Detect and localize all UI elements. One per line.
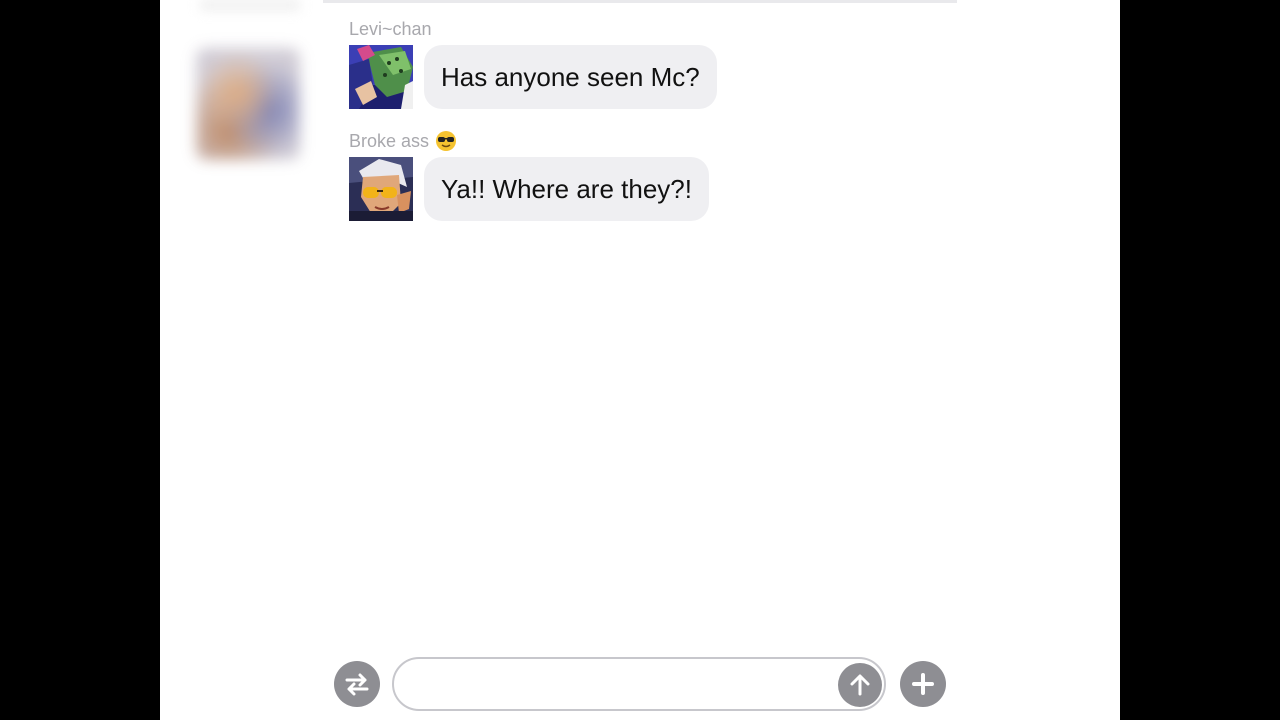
blurred-thumbnail[interactable] [196, 48, 300, 160]
plus-icon[interactable] [900, 661, 946, 707]
broke-ass-avatar[interactable] [349, 157, 413, 221]
sunglasses-emoji-icon [435, 130, 457, 152]
message-group: Levi~chan Has anyone seen Mc? [349, 17, 717, 109]
message-bubble[interactable]: Ya!! Where are they?! [424, 157, 709, 221]
message-row: Ya!! Where are they?! [349, 157, 709, 221]
message-composer [332, 655, 948, 713]
arrow-up-icon[interactable] [838, 663, 882, 707]
side-panel [160, 0, 323, 720]
swap-arrows-icon[interactable] [334, 661, 380, 707]
sender-line: Broke ass [349, 129, 709, 153]
message-row: Has anyone seen Mc? [349, 45, 717, 109]
message-input-field[interactable] [392, 657, 886, 711]
blurred-header [200, 0, 300, 10]
chat-screen: Levi~chan Has anyone seen Mc? Broke ass … [160, 0, 1120, 720]
message-group: Broke ass Ya!! Where are they?! [349, 129, 709, 221]
levi-avatar[interactable] [349, 45, 413, 109]
message-bubble[interactable]: Has anyone seen Mc? [424, 45, 717, 109]
message-input[interactable] [412, 667, 836, 703]
sender-name: Levi~chan [349, 19, 432, 39]
sender-name: Broke ass [349, 131, 430, 151]
top-divider [323, 0, 957, 3]
